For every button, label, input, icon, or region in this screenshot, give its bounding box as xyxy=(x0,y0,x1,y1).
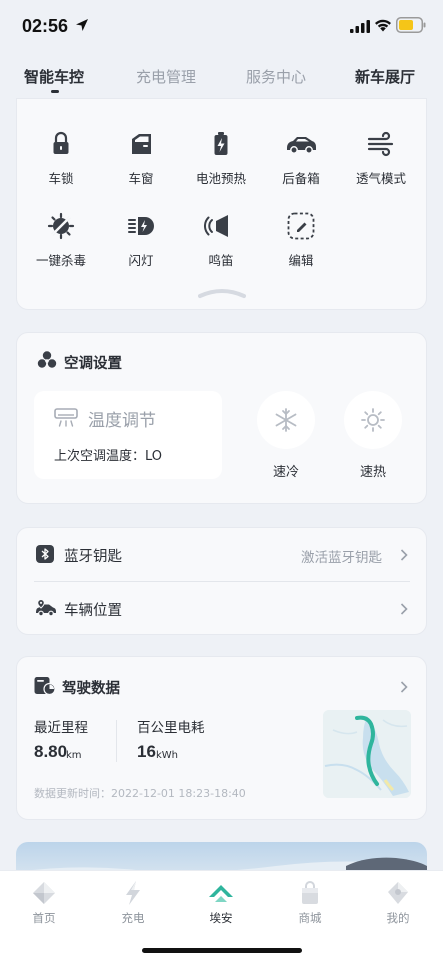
nav-profile-label: 我的 xyxy=(386,911,410,925)
data-updated-time: 数据更新时间：2022-12-01 18:23-18:40 xyxy=(34,787,246,800)
vehicle-location-label: 车辆位置 xyxy=(64,603,122,619)
bluetooth-key-row[interactable]: 蓝牙钥匙 激活蓝牙钥匙 xyxy=(17,528,426,581)
status-bar: 02:56 xyxy=(0,0,443,52)
air-conditioner-icon xyxy=(54,408,78,427)
status-time: 02:56 xyxy=(22,16,69,36)
recent-mileage-label: 最近里程 xyxy=(34,720,88,736)
control-flash-lights[interactable]: 闪灯 xyxy=(101,209,181,269)
nav-home[interactable]: 首页 xyxy=(14,879,74,926)
temperature-adjust-title: 温度调节 xyxy=(88,411,156,431)
edit-icon xyxy=(287,212,315,240)
flash-light-icon xyxy=(128,217,154,235)
quick-cool-button[interactable] xyxy=(257,391,315,449)
bluetooth-icon xyxy=(36,545,54,563)
consumption-label: 百公里电耗 xyxy=(137,720,205,736)
quick-heat-button[interactable] xyxy=(344,391,402,449)
ac-settings-card: 空调设置 温度调节 上次空调温度：LO 速冷 速热 xyxy=(16,332,427,504)
shopping-bag-icon xyxy=(302,881,318,904)
aion-logo-icon xyxy=(209,885,233,902)
control-window[interactable]: 车窗 xyxy=(101,127,181,187)
chevron-right-icon xyxy=(400,603,408,615)
control-trunk[interactable]: 后备箱 xyxy=(261,127,341,187)
consumption-unit: kWh xyxy=(156,750,179,761)
home-indicator[interactable] xyxy=(142,948,302,953)
vehicle-controls-card: 车锁 车窗 电池预热 后备箱 透气模式 一键杀毒 闪灯 鸣笛 编辑 xyxy=(16,98,427,310)
control-edit-label: 编辑 xyxy=(288,253,314,268)
control-battery-preheat-label: 电池预热 xyxy=(195,171,246,186)
driving-data-card[interactable]: 驾驶数据 最近里程 8.80 km 百公里电耗 16 kWh 数据更新时间：20… xyxy=(16,656,427,820)
control-lock[interactable]: 车锁 xyxy=(21,127,101,187)
vehicle-location-row[interactable]: 车辆位置 xyxy=(17,582,426,635)
control-trunk-label: 后备箱 xyxy=(282,171,320,186)
wifi-icon xyxy=(375,19,391,32)
recent-mileage-value: 8.80 xyxy=(34,742,68,761)
profile-icon xyxy=(388,882,408,904)
home-icon xyxy=(33,882,55,904)
ac-settings-title: 空调设置 xyxy=(64,356,122,372)
route-map-graphic xyxy=(323,710,411,798)
last-ac-temperature: 上次空调温度：LO xyxy=(54,449,163,464)
active-tab-indicator xyxy=(51,90,59,93)
snowflake-icon xyxy=(275,408,297,432)
control-ventilation[interactable]: 透气模式 xyxy=(341,127,421,187)
recent-mileage-unit: km xyxy=(66,750,82,761)
activate-bluetooth-key-link[interactable]: 激活蓝牙钥匙 xyxy=(301,546,382,566)
chevron-right-icon xyxy=(400,549,408,561)
nav-home-label: 首页 xyxy=(32,911,56,925)
stats-divider xyxy=(116,720,117,762)
control-flash-lights-label: 闪灯 xyxy=(128,253,154,268)
key-location-card: 蓝牙钥匙 激活蓝牙钥匙 车辆位置 xyxy=(16,527,427,635)
quick-heat-label: 速热 xyxy=(359,465,386,480)
car-location-icon xyxy=(36,599,56,617)
control-horn-label: 鸣笛 xyxy=(208,253,234,268)
chevron-right-icon xyxy=(400,681,408,693)
consumption-value: 16 xyxy=(137,742,156,761)
sterilize-icon xyxy=(47,212,75,240)
tab-service-center[interactable]: 服务中心 xyxy=(246,66,306,87)
fan-icon xyxy=(37,351,57,368)
bottom-navigation: 首页 充电 埃安 商城 我的 xyxy=(0,870,443,960)
ventilation-icon xyxy=(367,131,394,157)
control-edit[interactable]: 编辑 xyxy=(261,209,341,269)
nav-profile[interactable]: 我的 xyxy=(368,879,428,926)
bluetooth-key-label: 蓝牙钥匙 xyxy=(64,549,122,565)
control-sterilize-label: 一键杀毒 xyxy=(35,253,86,268)
cellular-signal-icon xyxy=(350,20,370,33)
nav-aion[interactable]: 埃安 xyxy=(191,879,251,926)
nav-charging-label: 充电 xyxy=(121,911,145,925)
nav-mall-label: 商城 xyxy=(298,911,322,925)
driving-data-title: 驾驶数据 xyxy=(62,681,120,697)
tab-smart-control[interactable]: 智能车控 xyxy=(24,66,84,87)
battery-heat-icon xyxy=(214,132,228,155)
nav-charging[interactable]: 充电 xyxy=(103,879,163,926)
tab-new-car-showroom[interactable]: 新车展厅 xyxy=(355,66,415,87)
quick-cool-label: 速冷 xyxy=(272,465,299,480)
battery-icon xyxy=(396,17,426,33)
control-ventilation-label: 透气模式 xyxy=(355,171,406,186)
location-arrow-icon xyxy=(76,19,88,31)
trunk-icon xyxy=(287,137,316,154)
trip-route-map xyxy=(323,710,411,798)
top-tabs: 智能车控 充电管理 服务中心 新车展厅 xyxy=(0,62,443,96)
lock-icon xyxy=(53,131,69,154)
nav-mall[interactable]: 商城 xyxy=(280,879,340,926)
car-window-icon xyxy=(132,134,151,154)
tab-charging-management[interactable]: 充电管理 xyxy=(136,66,196,87)
sun-icon xyxy=(361,408,385,432)
control-lock-label: 车锁 xyxy=(48,171,74,186)
charging-bolt-icon xyxy=(126,881,140,905)
collapse-handle-icon[interactable] xyxy=(198,285,246,299)
horn-icon xyxy=(204,215,228,237)
driving-report-icon xyxy=(34,677,56,696)
nav-aion-label: 埃安 xyxy=(209,911,233,925)
control-battery-preheat[interactable]: 电池预热 xyxy=(181,127,261,187)
temperature-adjust-panel[interactable]: 温度调节 上次空调温度：LO xyxy=(34,391,222,479)
control-sterilize[interactable]: 一键杀毒 xyxy=(21,209,101,269)
control-window-label: 车窗 xyxy=(128,171,154,186)
control-horn[interactable]: 鸣笛 xyxy=(181,209,261,269)
